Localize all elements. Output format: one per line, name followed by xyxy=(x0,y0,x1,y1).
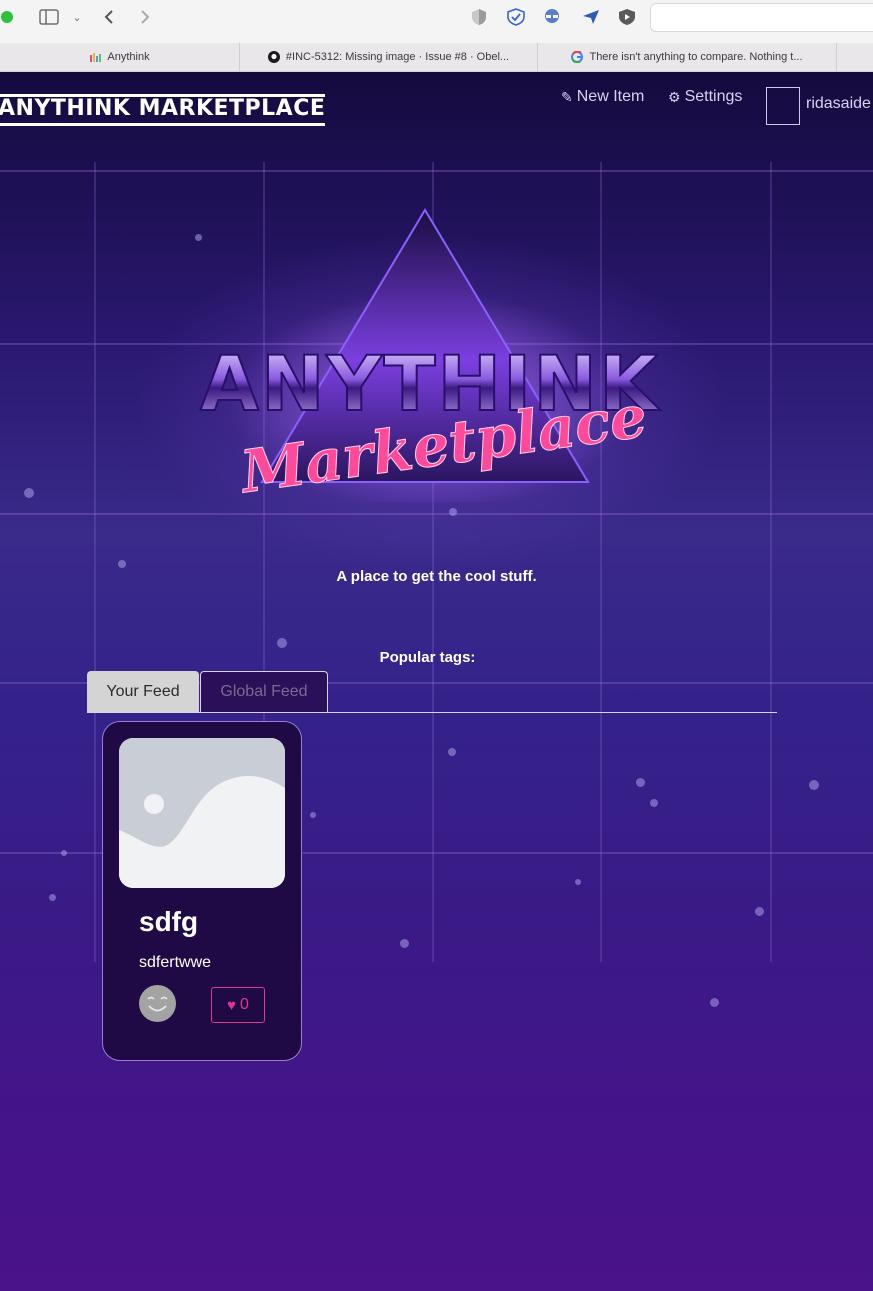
item-image-placeholder[interactable] xyxy=(119,738,285,888)
image-placeholder-icon xyxy=(119,738,285,888)
privacy-shield-icon[interactable] xyxy=(470,8,488,26)
tab-your-feed[interactable]: Your Feed xyxy=(87,671,199,712)
star-dot xyxy=(49,894,56,901)
user-avatar[interactable] xyxy=(766,87,800,125)
item-title[interactable]: sdfg xyxy=(139,906,198,938)
tab-google[interactable]: There isn't anything to compare. Nothing… xyxy=(538,43,837,71)
page-content: ANYTHINK MARKETPLACE ✎ New Item ⚙ Settin… xyxy=(0,72,873,1291)
hero-tagline: A place to get the cool stuff. xyxy=(336,568,537,585)
star-dot xyxy=(448,748,456,756)
star-dot xyxy=(755,907,764,916)
item-description: sdfertwwe xyxy=(139,954,212,971)
forward-icon[interactable] xyxy=(136,8,154,26)
bitwarden-shield-icon[interactable] xyxy=(506,8,526,26)
star-dot xyxy=(710,998,719,1007)
nav-settings[interactable]: ⚙ Settings xyxy=(668,88,742,106)
anythink-marketplace-logo: ANYTHINK Marketplace xyxy=(199,208,660,502)
edit-icon: ✎ xyxy=(561,88,573,105)
smiley-icon xyxy=(147,996,168,1012)
popular-tags-title: Popular tags: xyxy=(379,649,476,666)
star-dot xyxy=(449,508,457,516)
sidebar-toggle-icon[interactable] xyxy=(38,8,60,26)
ghostery-icon[interactable] xyxy=(541,8,563,26)
window-zoom-button[interactable] xyxy=(1,11,13,23)
tab-anythink[interactable]: Anythink xyxy=(0,43,240,71)
anythink-favicon-icon xyxy=(90,53,102,62)
star-dot xyxy=(24,488,34,498)
star-dot xyxy=(310,812,316,818)
feed-tabs: Your Feed Global Feed xyxy=(87,671,777,713)
nav-new-item[interactable]: ✎ New Item xyxy=(561,88,644,106)
favorite-button[interactable]: ♥ 0 xyxy=(211,987,265,1023)
back-icon[interactable] xyxy=(100,8,118,26)
nav-new-item-label: New Item xyxy=(576,88,645,105)
tab-title: Anythink xyxy=(107,51,150,63)
browser-toolbar: ⌄ xyxy=(0,0,873,44)
nav-settings-label: Settings xyxy=(684,88,743,105)
tab-strip: Anythink #INC-5312: Missing image · Issu… xyxy=(0,43,873,72)
favorite-count: 0 xyxy=(240,996,249,1013)
nav-username[interactable]: ridasaide xyxy=(806,95,871,113)
tab-title: There isn't anything to compare. Nothing… xyxy=(589,51,803,63)
gear-icon: ⚙ xyxy=(668,88,681,105)
adblock-shield-icon[interactable] xyxy=(616,8,638,26)
star-dot xyxy=(575,879,581,885)
star-dot xyxy=(650,799,658,807)
tab-title: #INC-5312: Missing image · Issue #8 · Ob… xyxy=(285,51,510,63)
star-dot xyxy=(118,560,126,568)
tab-github-issue[interactable]: #INC-5312: Missing image · Issue #8 · Ob… xyxy=(240,43,538,71)
star-dot xyxy=(636,778,645,787)
star-dot xyxy=(809,780,819,790)
seller-avatar[interactable] xyxy=(139,985,176,1022)
heart-icon: ♥ xyxy=(227,996,236,1014)
star-dot xyxy=(400,939,409,948)
grid-line xyxy=(770,162,772,962)
brand-logo[interactable]: ANYTHINK MARKETPLACE xyxy=(0,94,326,126)
tab-global-feed[interactable]: Global Feed xyxy=(200,671,328,712)
github-icon xyxy=(267,51,280,63)
star-dot xyxy=(277,638,287,648)
item-card[interactable]: sdfg sdfertwwe ♥ 0 xyxy=(102,721,302,1061)
grid-line xyxy=(0,170,873,172)
address-bar[interactable] xyxy=(650,3,873,32)
grid-line xyxy=(94,162,96,962)
grid-line xyxy=(0,513,873,515)
google-icon xyxy=(571,51,584,63)
star-dot xyxy=(61,850,67,856)
chevron-down-icon[interactable]: ⌄ xyxy=(70,8,84,26)
extension-arrow-icon[interactable] xyxy=(580,8,602,26)
